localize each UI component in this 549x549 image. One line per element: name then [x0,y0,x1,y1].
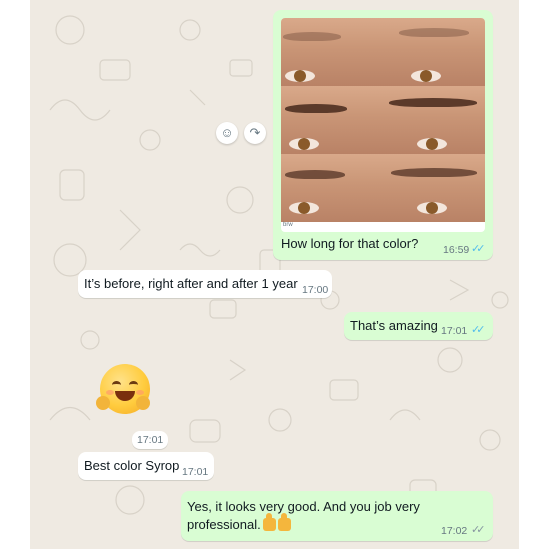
message-time: 16:59 [443,244,470,256]
forward-icon[interactable]: ↷ [244,122,266,144]
message-text: It’s before, right after and after 1 yea… [84,276,298,291]
photo-after-one-year [281,154,485,222]
message-time: 17:02 [441,525,468,537]
thumbs-up-icon [277,513,291,531]
hug-hand-right-icon [136,396,150,410]
sticker-time-badge: 17:01 [132,431,168,449]
message-text: How long for that color? [281,236,419,251]
photo-right-after [281,86,485,154]
outgoing-message[interactable]: That’s amazing 17:01 ✓✓ [344,312,493,340]
message-time: 17:01 [441,325,468,337]
photo-before [281,18,485,86]
thumbs-up-icon [262,513,276,531]
image-caption-strip: brw [283,222,293,228]
message-text: Best color Syrop [84,458,180,473]
message-text: That’s amazing [350,318,438,333]
outgoing-image-message[interactable]: brw How long for that color? 16:59 ✓✓ [273,10,493,260]
incoming-message[interactable]: Best color Syrop 17:01 [78,452,214,480]
outgoing-message[interactable]: Yes, it looks very good. And you job ver… [181,491,493,541]
read-ticks-icon: ✓✓ [471,324,486,336]
message-text: Yes, it looks very good. And you job ver… [187,499,420,532]
hug-hand-left-icon [96,396,110,410]
message-time: 17:01 [137,434,164,446]
message-time: 17:01 [182,466,209,478]
message-time: 17:00 [302,284,329,296]
incoming-message[interactable]: It’s before, right after and after 1 yea… [78,270,332,298]
read-ticks-icon: ✓✓ [471,243,486,255]
delivered-ticks-icon: ✓✓ [471,524,486,536]
chat-panel: brw How long for that color? 16:59 ✓✓ ☺ … [30,0,519,549]
smiley-icon[interactable]: ☺ [216,122,238,144]
message-image[interactable]: brw [281,18,485,232]
